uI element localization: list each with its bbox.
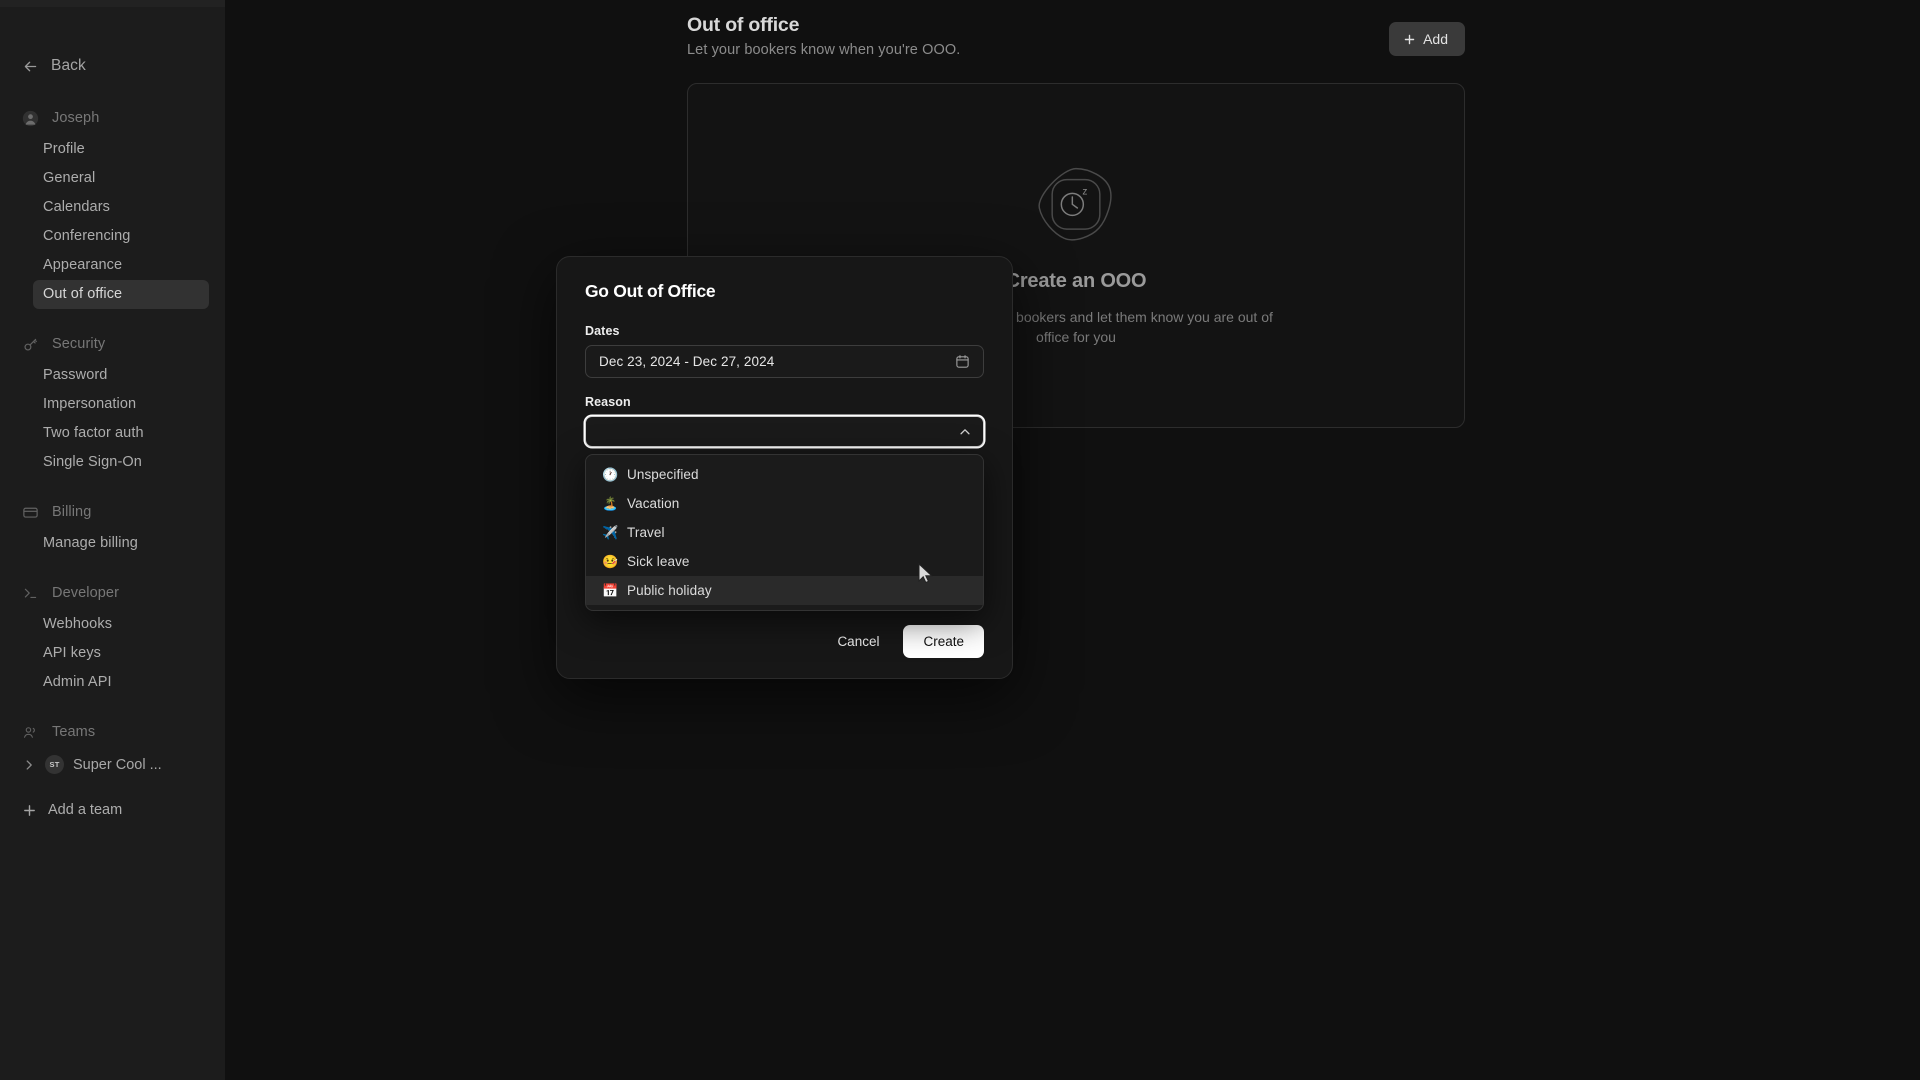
- modal-title: Go Out of Office: [585, 281, 716, 301]
- page-header: Out of office Let your bookers know when…: [687, 0, 1465, 58]
- add-a-team-button[interactable]: Add a team: [16, 798, 209, 822]
- back-button[interactable]: Back: [0, 49, 225, 83]
- sidebar-group-header: Billing: [0, 499, 225, 525]
- settings-sidebar: Back Joseph Profile General Calendars Co…: [0, 0, 225, 1080]
- calendar-icon: [956, 355, 969, 368]
- sidebar-group-title: Security: [52, 336, 106, 352]
- plus-icon: [24, 804, 35, 816]
- reason-option-unspecified[interactable]: 🕐 Unspecified: [586, 460, 983, 489]
- add-button-label: Add: [1423, 31, 1448, 47]
- sidebar-group-title: Joseph: [52, 110, 100, 126]
- sidebar-nav-list: Manage billing: [0, 529, 225, 558]
- sidebar-team-item[interactable]: ST Super Cool ...: [16, 751, 209, 778]
- sidebar-nav-list: Password Impersonation Two factor auth S…: [0, 361, 225, 477]
- team-avatar: ST: [45, 755, 64, 774]
- arrow-left-icon: [24, 61, 37, 71]
- reason-dropdown-menu: 🕐 Unspecified 🏝️ Vacation ✈️ Travel 🤒 Si…: [585, 454, 984, 611]
- sidebar-item-appearance[interactable]: Appearance: [33, 251, 209, 280]
- reason-select-wrapper: 🕐 Unspecified 🏝️ Vacation ✈️ Travel 🤒 Si…: [585, 416, 984, 611]
- reason-field-label: Reason: [585, 395, 631, 409]
- sidebar-item-out-of-office[interactable]: Out of office: [33, 280, 209, 309]
- app-root: Back Joseph Profile General Calendars Co…: [0, 0, 1920, 1080]
- date-range-input[interactable]: Dec 23, 2024 - Dec 27, 2024: [585, 345, 984, 378]
- sidebar-item-webhooks[interactable]: Webhooks: [33, 610, 209, 639]
- sidebar-group-developer: Developer Webhooks API keys Admin API: [0, 580, 225, 697]
- users-icon: [23, 726, 35, 738]
- sidebar-group-header: Joseph: [0, 105, 225, 131]
- airplane-icon: ✈️: [602, 525, 619, 540]
- reason-option-travel[interactable]: ✈️ Travel: [586, 518, 983, 547]
- reason-option-sick-leave[interactable]: 🤒 Sick leave: [586, 547, 983, 576]
- reason-option-label: Travel: [627, 525, 665, 540]
- create-button[interactable]: Create: [903, 625, 984, 658]
- reason-option-label: Unspecified: [627, 467, 699, 482]
- sidebar-item-manage-billing[interactable]: Manage billing: [33, 529, 209, 558]
- back-label: Back: [51, 57, 86, 74]
- sidebar-group-security: Security Password Impersonation Two fact…: [0, 331, 225, 477]
- plus-icon: [1404, 34, 1415, 44]
- island-icon: 🏝️: [602, 496, 619, 511]
- sidebar-group-title: Billing: [52, 504, 92, 520]
- sidebar-item-impersonation[interactable]: Impersonation: [33, 390, 209, 419]
- reason-option-public-holiday[interactable]: 📅 Public holiday: [586, 576, 983, 605]
- reason-select[interactable]: [585, 416, 984, 447]
- page-header-text: Out of office Let your bookers know when…: [687, 12, 960, 58]
- sidebar-group-teams: Teams ST Super Cool ... Add a team: [0, 719, 225, 822]
- sidebar-nav-list: Profile General Calendars Conferencing A…: [0, 135, 225, 309]
- reason-option-label: Public holiday: [627, 583, 712, 598]
- chevron-right-icon: [26, 759, 32, 770]
- sidebar-group-title: Developer: [52, 585, 119, 601]
- modal-footer: Cancel Create: [585, 625, 984, 658]
- calendar-icon: 📅: [602, 583, 619, 598]
- dates-field-label: Dates: [585, 324, 620, 338]
- sidebar-nav-list: Webhooks API keys Admin API: [0, 610, 225, 697]
- sidebar-item-admin-api[interactable]: Admin API: [33, 668, 209, 697]
- sidebar-group-header: Developer: [0, 580, 225, 606]
- empty-state-title: Create an OOO: [1005, 270, 1147, 292]
- sidebar-top-strip: [0, 0, 225, 7]
- sidebar-group-billing: Billing Manage billing: [0, 499, 225, 558]
- cancel-button[interactable]: Cancel: [821, 625, 895, 658]
- sick-face-icon: 🤒: [602, 554, 619, 569]
- sidebar-group-header: Security: [0, 331, 225, 357]
- credit-card-icon: [23, 507, 38, 518]
- sidebar-item-conferencing[interactable]: Conferencing: [33, 222, 209, 251]
- sidebar-item-two-factor-auth[interactable]: Two factor auth: [33, 419, 209, 448]
- main-content: Out of office Let your bookers know when…: [225, 0, 1920, 1080]
- sidebar-group-joseph: Joseph Profile General Calendars Confere…: [0, 105, 225, 309]
- out-of-office-modal: Go Out of Office Dates Dec 23, 2024 - De…: [556, 256, 1013, 679]
- team-name-label: Super Cool ...: [73, 756, 162, 773]
- sidebar-item-api-keys[interactable]: API keys: [33, 639, 209, 668]
- add-button[interactable]: Add: [1389, 22, 1465, 56]
- clock-icon: 🕐: [602, 467, 619, 482]
- user-avatar-icon: [22, 110, 39, 126]
- svg-text:z: z: [1082, 186, 1087, 197]
- sidebar-group-title: Teams: [52, 724, 96, 740]
- terminal-icon: [24, 588, 37, 598]
- reason-option-label: Vacation: [627, 496, 680, 511]
- sidebar-item-single-sign-on[interactable]: Single Sign-On: [33, 448, 209, 477]
- chevron-up-icon: [960, 428, 970, 434]
- reason-option-vacation[interactable]: 🏝️ Vacation: [586, 489, 983, 518]
- sidebar-group-header: Teams: [0, 719, 225, 745]
- sidebar-item-calendars[interactable]: Calendars: [33, 193, 209, 222]
- sidebar-item-general[interactable]: General: [33, 164, 209, 193]
- sidebar-item-profile[interactable]: Profile: [33, 135, 209, 164]
- clock-sleep-icon: z: [1038, 167, 1112, 241]
- add-a-team-label: Add a team: [48, 802, 123, 818]
- page-subtitle: Let your bookers know when you're OOO.: [687, 42, 961, 58]
- key-icon: [24, 338, 37, 351]
- date-range-value: Dec 23, 2024 - Dec 27, 2024: [599, 354, 775, 369]
- reason-option-label: Sick leave: [627, 554, 690, 569]
- page-title: Out of office: [687, 14, 800, 36]
- sidebar-item-password[interactable]: Password: [33, 361, 209, 390]
